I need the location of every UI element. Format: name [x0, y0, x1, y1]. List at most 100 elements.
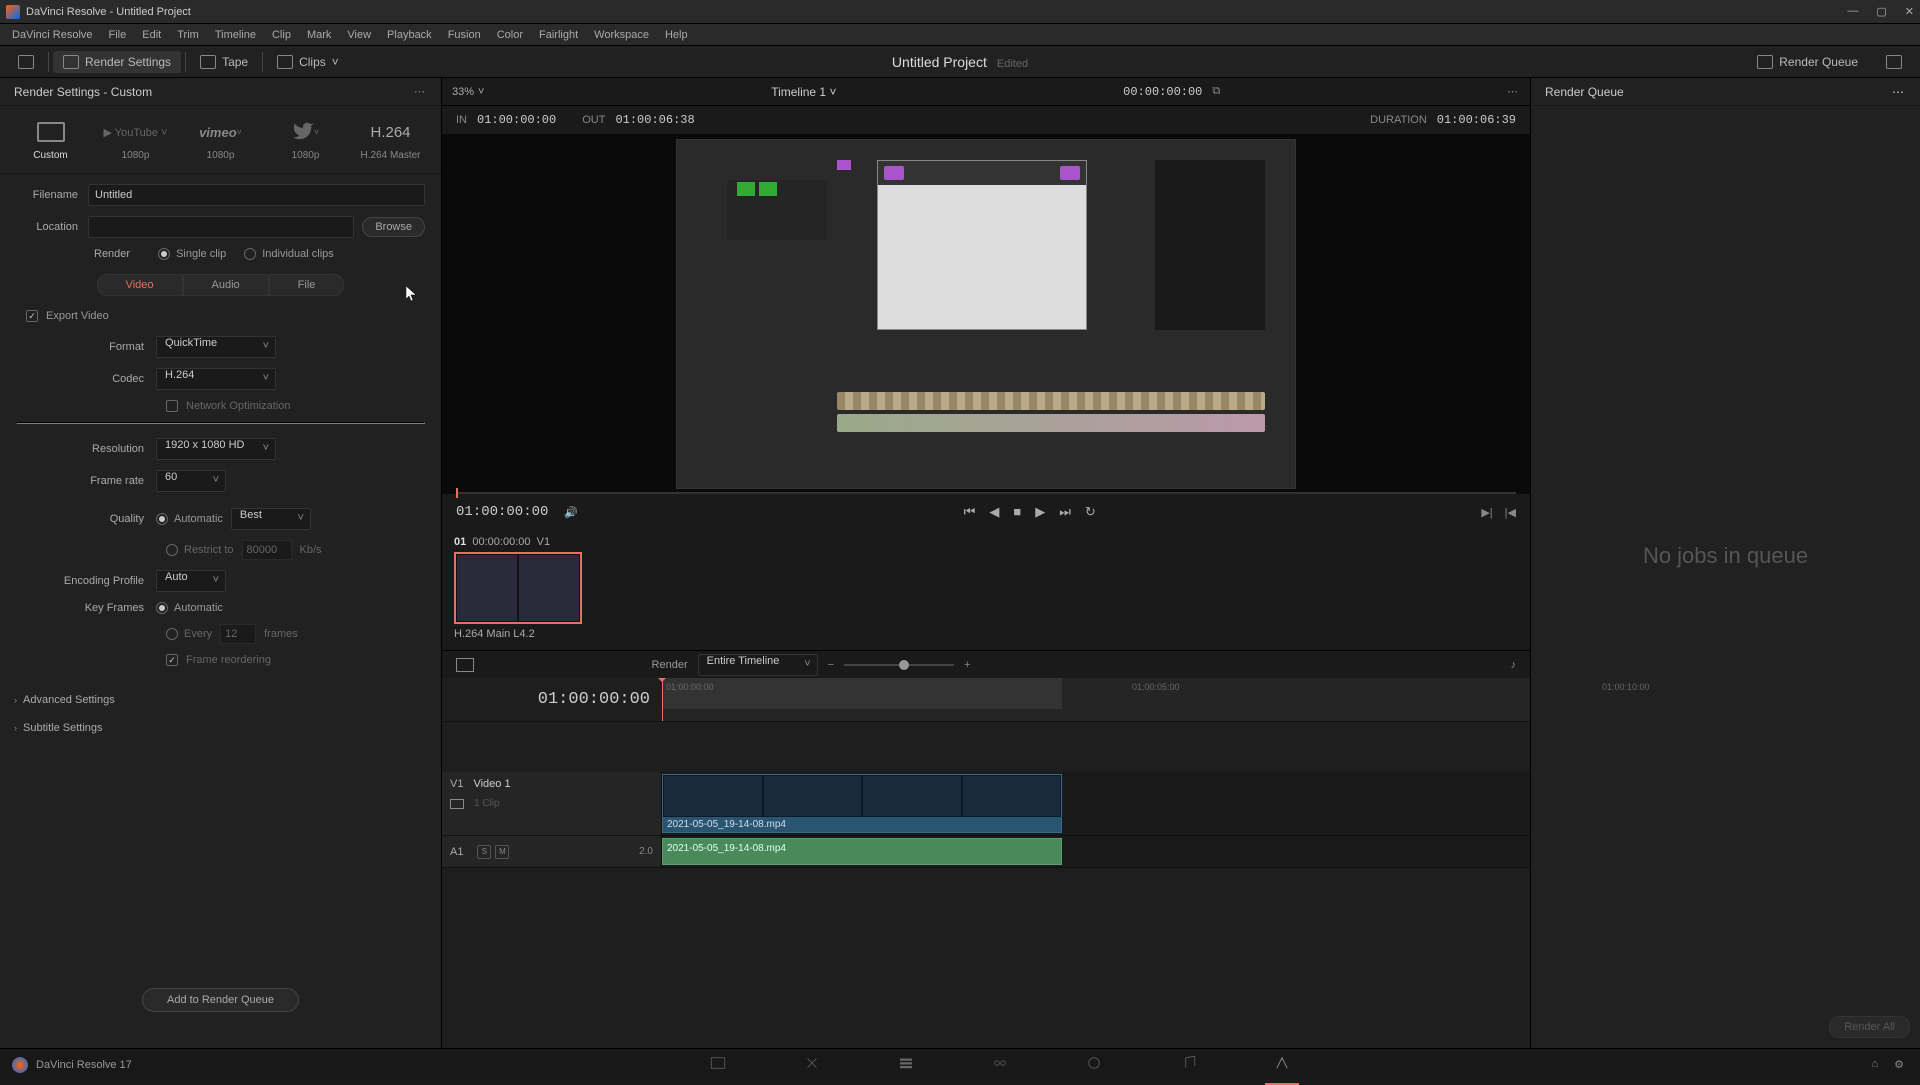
page-edit[interactable]	[889, 1046, 923, 1083]
expand-button[interactable]	[1876, 51, 1912, 73]
quality-best-select[interactable]: Best	[231, 508, 311, 530]
zoom-in-button[interactable]: +	[964, 659, 970, 671]
video-track-header[interactable]: V1Video 1 1 Clip	[442, 772, 662, 835]
menu-color[interactable]: Color	[489, 29, 531, 41]
mute-button[interactable]: M	[495, 845, 509, 859]
out-tc[interactable]: 01:00:06:38	[615, 113, 694, 127]
export-video-check[interactable]	[26, 310, 38, 322]
preset-vimeo[interactable]: vimeo ˅ 1080p	[180, 114, 261, 165]
advanced-settings-expander[interactable]: ›Advanced Settings	[0, 686, 441, 714]
tc-format-icon[interactable]: ⧉	[1212, 85, 1220, 98]
timeline-ruler[interactable]: 01:00:00:00 01:00:05:00 01:00:10:00	[662, 678, 1530, 721]
quality-auto-radio[interactable]: Automatic	[156, 513, 223, 525]
kf-auto-radio[interactable]: Automatic	[156, 602, 223, 614]
volume-icon[interactable]: 🔊	[564, 506, 578, 519]
netopt-check[interactable]	[166, 400, 178, 412]
play-button[interactable]: ▶	[1035, 504, 1045, 520]
subtitle-settings-expander[interactable]: ›Subtitle Settings	[0, 714, 441, 742]
home-button[interactable]: ⌂	[1871, 1058, 1878, 1071]
go-start-button[interactable]: |◀	[1505, 506, 1516, 519]
menu-trim[interactable]: Trim	[169, 29, 207, 41]
menu-view[interactable]: View	[339, 29, 379, 41]
page-media[interactable]	[701, 1046, 735, 1083]
menu-playback[interactable]: Playback	[379, 29, 440, 41]
zoom-slider[interactable]	[844, 664, 954, 666]
audio-waveform-icon[interactable]: ♪	[1511, 659, 1517, 671]
page-deliver[interactable]	[1265, 1046, 1299, 1083]
clip-thumbnail[interactable]	[454, 552, 582, 624]
zoom-out-button[interactable]: −	[828, 659, 834, 671]
playhead[interactable]	[662, 678, 663, 721]
preset-youtube[interactable]: ▶ YouTube ˅ 1080p	[95, 114, 176, 165]
page-fusion[interactable]	[983, 1046, 1017, 1083]
timeline-tc[interactable]: 01:00:00:00	[538, 690, 650, 709]
location-input[interactable]	[88, 216, 354, 238]
audio-clip[interactable]: 2021-05-05_19-14-08.mp4	[662, 838, 1062, 865]
menu-fusion[interactable]: Fusion	[440, 29, 489, 41]
tab-video[interactable]: Video	[97, 274, 183, 296]
minimize-button[interactable]: —	[1847, 5, 1858, 18]
kf-value-input[interactable]	[220, 624, 256, 644]
menu-clip[interactable]: Clip	[264, 29, 299, 41]
tab-audio[interactable]: Audio	[183, 274, 269, 296]
render-scope-select[interactable]: Entire Timeline	[698, 654, 818, 676]
kf-every-radio[interactable]: Every	[166, 628, 212, 640]
step-back-button[interactable]: ◀	[989, 504, 999, 520]
clips-button[interactable]: Clips ˅	[267, 51, 349, 73]
menu-fairlight[interactable]: Fairlight	[531, 29, 586, 41]
queue-options[interactable]: ⋯	[1892, 85, 1906, 99]
timeline-name[interactable]: Timeline 1 ˅	[771, 85, 836, 99]
preset-h264[interactable]: H.264 H.264 Master	[350, 114, 431, 165]
next-clip-button[interactable]: ⏭	[1059, 504, 1071, 520]
render-settings-button[interactable]: Render Settings	[53, 51, 181, 73]
menu-davinci[interactable]: DaVinci Resolve	[4, 29, 101, 41]
add-to-render-queue-button[interactable]: Add to Render Queue	[142, 988, 299, 1012]
monitor-toggle[interactable]	[8, 51, 44, 73]
close-button[interactable]: ✕	[1905, 5, 1914, 18]
video-clip[interactable]: 2021-05-05_19-14-08.mp4	[662, 774, 1062, 833]
go-end-button[interactable]: ▶|	[1481, 506, 1492, 519]
bitrate-input[interactable]	[242, 540, 292, 560]
frame-reorder-check[interactable]	[166, 654, 178, 666]
preset-custom[interactable]: Custom	[10, 114, 91, 165]
framerate-select[interactable]: 60	[156, 470, 226, 492]
solo-button[interactable]: S	[477, 845, 491, 859]
render-all-button[interactable]: Render All	[1829, 1016, 1910, 1038]
tab-file[interactable]: File	[269, 274, 345, 296]
panel-options-button[interactable]: ⋯	[414, 85, 427, 98]
audio-track-header[interactable]: A1 SM 2.0	[442, 836, 662, 867]
encprof-select[interactable]: Auto	[156, 570, 226, 592]
render-individual-radio[interactable]: Individual clips	[244, 248, 334, 260]
menu-workspace[interactable]: Workspace	[586, 29, 657, 41]
settings-button[interactable]: ⚙	[1894, 1058, 1904, 1071]
browse-button[interactable]: Browse	[362, 217, 425, 237]
viewer[interactable]	[442, 134, 1530, 494]
stop-button[interactable]: ■	[1013, 504, 1021, 520]
prev-clip-button[interactable]: ⏮	[964, 504, 976, 520]
menu-help[interactable]: Help	[657, 29, 696, 41]
format-select[interactable]: QuickTime	[156, 336, 276, 358]
timecode-display[interactable]: 00:00:00:00	[1123, 85, 1202, 99]
quality-restrict-radio[interactable]: Restrict to	[166, 544, 234, 556]
menu-mark[interactable]: Mark	[299, 29, 339, 41]
loop-button[interactable]: ↻	[1085, 504, 1096, 520]
viewer-zoom-select[interactable]: 33%˅	[452, 86, 484, 98]
menu-file[interactable]: File	[101, 29, 135, 41]
timeline-view-icon[interactable]	[456, 658, 474, 672]
viewer-scrubber[interactable]	[456, 492, 1516, 494]
render-queue-button[interactable]: Render Queue	[1747, 51, 1868, 73]
menu-timeline[interactable]: Timeline	[207, 29, 264, 41]
maximize-button[interactable]: ▢	[1876, 5, 1886, 18]
filename-input[interactable]	[88, 184, 425, 206]
page-fairlight[interactable]	[1171, 1046, 1205, 1083]
viewer-options[interactable]: ⋯	[1507, 85, 1520, 98]
in-tc[interactable]: 01:00:00:00	[477, 113, 556, 127]
tape-button[interactable]: Tape	[190, 51, 258, 73]
codec-select[interactable]: H.264	[156, 368, 276, 390]
resolution-select[interactable]: 1920 x 1080 HD	[156, 438, 276, 460]
page-color[interactable]	[1077, 1046, 1111, 1083]
render-single-radio[interactable]: Single clip	[158, 248, 226, 260]
playhead-tc[interactable]: 01:00:00:00	[456, 504, 548, 520]
preset-twitter[interactable]: ˅ 1080p	[265, 114, 346, 165]
track-enable-icon[interactable]	[450, 799, 464, 809]
